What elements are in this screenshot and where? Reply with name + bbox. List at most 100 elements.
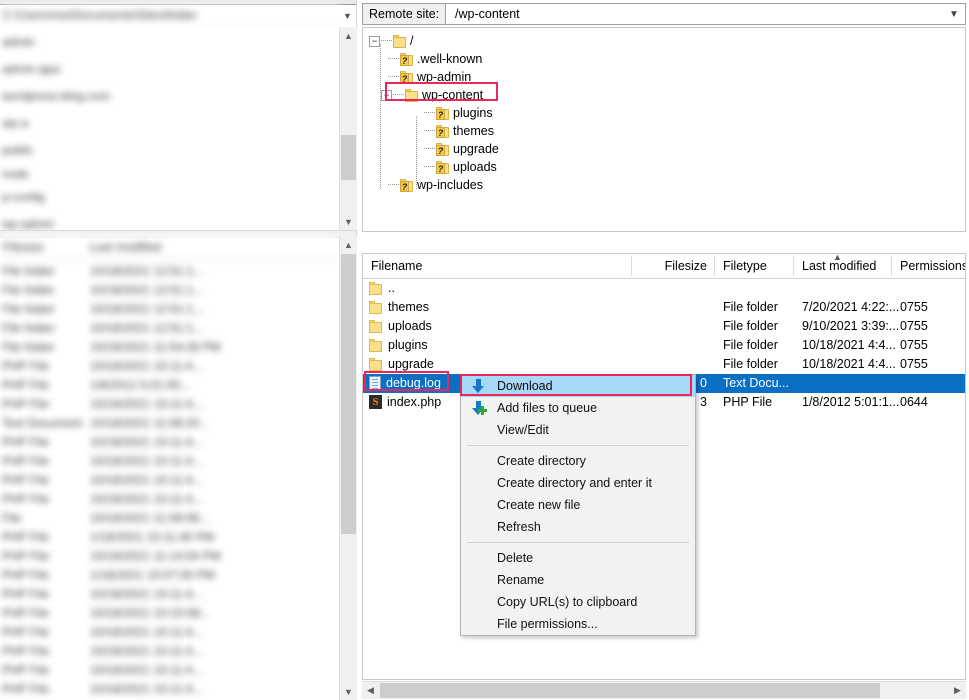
folder-unknown-icon: ?	[436, 160, 450, 174]
remote-list-hscrollbar[interactable]: ◀ ▶	[362, 681, 966, 699]
column-header-filename[interactable]: Filename	[371, 259, 422, 273]
scroll-thumb[interactable]	[341, 135, 356, 180]
cell-filename[interactable]: upgrade	[369, 357, 434, 371]
cell-filename[interactable]: uploads	[369, 319, 432, 333]
menu-item-rename[interactable]: Rename	[461, 569, 695, 591]
tree-node-wp-includes[interactable]: ? wp-includes	[387, 176, 483, 194]
local-row-modified: 10/18/2021 10:11:4...	[90, 473, 203, 487]
tree-node-themes[interactable]: ? themes	[423, 122, 494, 140]
local-path-dropdown-chevron-down-icon[interactable]: ▼	[339, 5, 356, 26]
local-tree-row[interactable]: admin-ajax	[2, 62, 61, 76]
table-row[interactable]: uploads File folder 9/10/2021 3:39:... 0755	[363, 317, 965, 336]
local-row-filetype: PHP File	[2, 644, 50, 658]
cell-filename[interactable]: plugins	[369, 338, 428, 352]
remote-site-input[interactable]: /wp-content	[451, 4, 520, 24]
tree-dots	[381, 40, 392, 42]
scroll-right-icon[interactable]: ▶	[949, 682, 966, 699]
menu-item-create-new-file[interactable]: Create new file	[461, 494, 695, 516]
filename-label: ..	[388, 281, 395, 295]
menu-item-download[interactable]: Download	[461, 375, 695, 397]
local-tree-row[interactable]: wordpress-blog.com	[2, 89, 110, 103]
scroll-down-icon[interactable]: ▼	[340, 213, 357, 230]
file-context-menu[interactable]: Download Add files to queue View/Edit Cr…	[460, 374, 696, 636]
menu-item-view-edit[interactable]: View/Edit	[461, 419, 695, 441]
local-tree-vscrollbar[interactable]: ▲ ▼	[339, 27, 357, 230]
menu-item-create-directory[interactable]: Create directory	[461, 450, 695, 472]
menu-item-label: Refresh	[497, 520, 541, 534]
tree-dots	[388, 76, 399, 78]
tree-node-wp-admin[interactable]: ? wp-admin	[387, 68, 471, 86]
menu-item-add-files-to-queue[interactable]: Add files to queue	[461, 397, 695, 419]
collapse-minus-icon[interactable]: −	[369, 35, 380, 47]
local-row-filetype: File folder	[2, 283, 55, 297]
local-row-modified: 10/18/2021 10:11:4...	[90, 454, 203, 468]
tree-node-well-known[interactable]: ? .well-known	[387, 50, 482, 68]
table-row[interactable]: plugins File folder 10/18/2021 4:4... 0755	[363, 336, 965, 355]
local-pane: C:\Users\me\Documents\Sites\folder ▼ adm…	[0, 0, 357, 700]
column-header-filetype[interactable]: Filetype	[723, 259, 767, 273]
menu-item-create-directory-and-enter[interactable]: Create directory and enter it	[461, 472, 695, 494]
filezilla-window: C:\Users\me\Documents\Sites\folder ▼ adm…	[0, 0, 969, 700]
remote-directory-tree[interactable]: − / ? .well-known ? wp-admin − wp-conten…	[362, 27, 966, 232]
collapse-minus-icon[interactable]: −	[381, 89, 392, 101]
local-directory-tree[interactable]: admin admin-ajax wordpress-blog.com wp-a…	[0, 27, 339, 230]
local-list-vscrollbar[interactable]: ▲ ▼	[339, 236, 357, 700]
tree-node-root[interactable]: − /	[369, 32, 413, 50]
cell-permissions: 0755	[900, 300, 928, 314]
tree-node-label: upgrade	[453, 142, 499, 156]
remote-site-bar[interactable]: Remote site: /wp-content ▼	[362, 3, 966, 25]
scroll-thumb[interactable]	[380, 683, 880, 698]
local-tree-row[interactable]: node	[2, 167, 29, 181]
column-header-filesize[interactable]: Filesize	[645, 259, 707, 273]
cell-filename[interactable]: debug.log	[369, 376, 441, 390]
menu-item-label: Delete	[497, 551, 534, 565]
cell-filetype: File folder	[723, 338, 778, 352]
local-list-header: Filesize Last modified	[0, 236, 339, 259]
column-divider[interactable]	[631, 256, 632, 276]
cell-filename[interactable]: Sindex.php	[369, 395, 441, 409]
tree-node-wp-content[interactable]: − wp-content	[381, 86, 483, 104]
table-row[interactable]: ..	[363, 279, 965, 298]
scroll-up-icon[interactable]: ▲	[340, 27, 357, 44]
column-divider[interactable]	[714, 256, 715, 276]
cell-filename[interactable]: themes	[369, 300, 429, 314]
tree-node-upgrade[interactable]: ? upgrade	[423, 140, 499, 158]
menu-item-delete[interactable]: Delete	[461, 547, 695, 569]
scroll-down-icon[interactable]: ▼	[340, 683, 357, 700]
column-header-permissions[interactable]: Permissions	[900, 259, 965, 273]
scroll-up-icon[interactable]: ▲	[340, 236, 357, 253]
menu-item-label: Add files to queue	[497, 401, 598, 415]
tree-node-uploads[interactable]: ? uploads	[423, 158, 497, 176]
local-row-modified: 1/18/2021 10:11:40 PM	[90, 530, 214, 544]
local-tree-row[interactable]: wp-admin	[2, 217, 54, 230]
column-divider[interactable]	[891, 256, 892, 276]
local-row-filetype: PHP File	[2, 625, 50, 639]
folder-icon	[405, 88, 419, 102]
local-tree-row[interactable]: admin	[2, 35, 35, 49]
menu-item-copy-urls-to-clipboard[interactable]: Copy URL(s) to clipboard	[461, 591, 695, 613]
local-col-last-modified[interactable]: Last modified	[90, 240, 161, 254]
table-row[interactable]: upgrade File folder 10/18/2021 4:4... 0755	[363, 355, 965, 374]
scroll-thumb[interactable]	[341, 254, 356, 534]
local-row-filetype: PHP File	[2, 492, 50, 506]
local-tree-row[interactable]: wp-a	[2, 116, 28, 130]
cell-filename[interactable]: ..	[369, 281, 395, 295]
folder-unknown-icon: ?	[400, 178, 414, 192]
scroll-left-icon[interactable]: ◀	[362, 682, 379, 699]
table-row[interactable]: themes File folder 7/20/2021 4:22:... 0755	[363, 298, 965, 317]
local-tree-row[interactable]: public	[2, 143, 33, 157]
local-col-filesize[interactable]: Filesize	[3, 240, 44, 254]
local-row-filetype: Text Document	[2, 416, 83, 430]
remote-site-chevron-down-icon[interactable]: ▼	[945, 4, 963, 24]
cell-permissions: 0755	[900, 319, 928, 333]
menu-item-file-permissions[interactable]: File permissions...	[461, 613, 695, 635]
local-path-field[interactable]: C:\Users\me\Documents\Sites\folder	[0, 5, 339, 27]
tree-node-plugins[interactable]: ? plugins	[423, 104, 493, 122]
tree-node-label: .well-known	[417, 52, 483, 66]
local-row-modified: 10/18/2021 12:51:1...	[90, 264, 204, 278]
local-file-list[interactable]: Filesize Last modified File folder 10/18/…	[0, 236, 339, 700]
column-divider[interactable]	[793, 256, 794, 276]
local-tree-row[interactable]: p-config	[2, 190, 45, 204]
local-row-filetype: PHP File	[2, 473, 50, 487]
menu-item-refresh[interactable]: Refresh	[461, 516, 695, 538]
